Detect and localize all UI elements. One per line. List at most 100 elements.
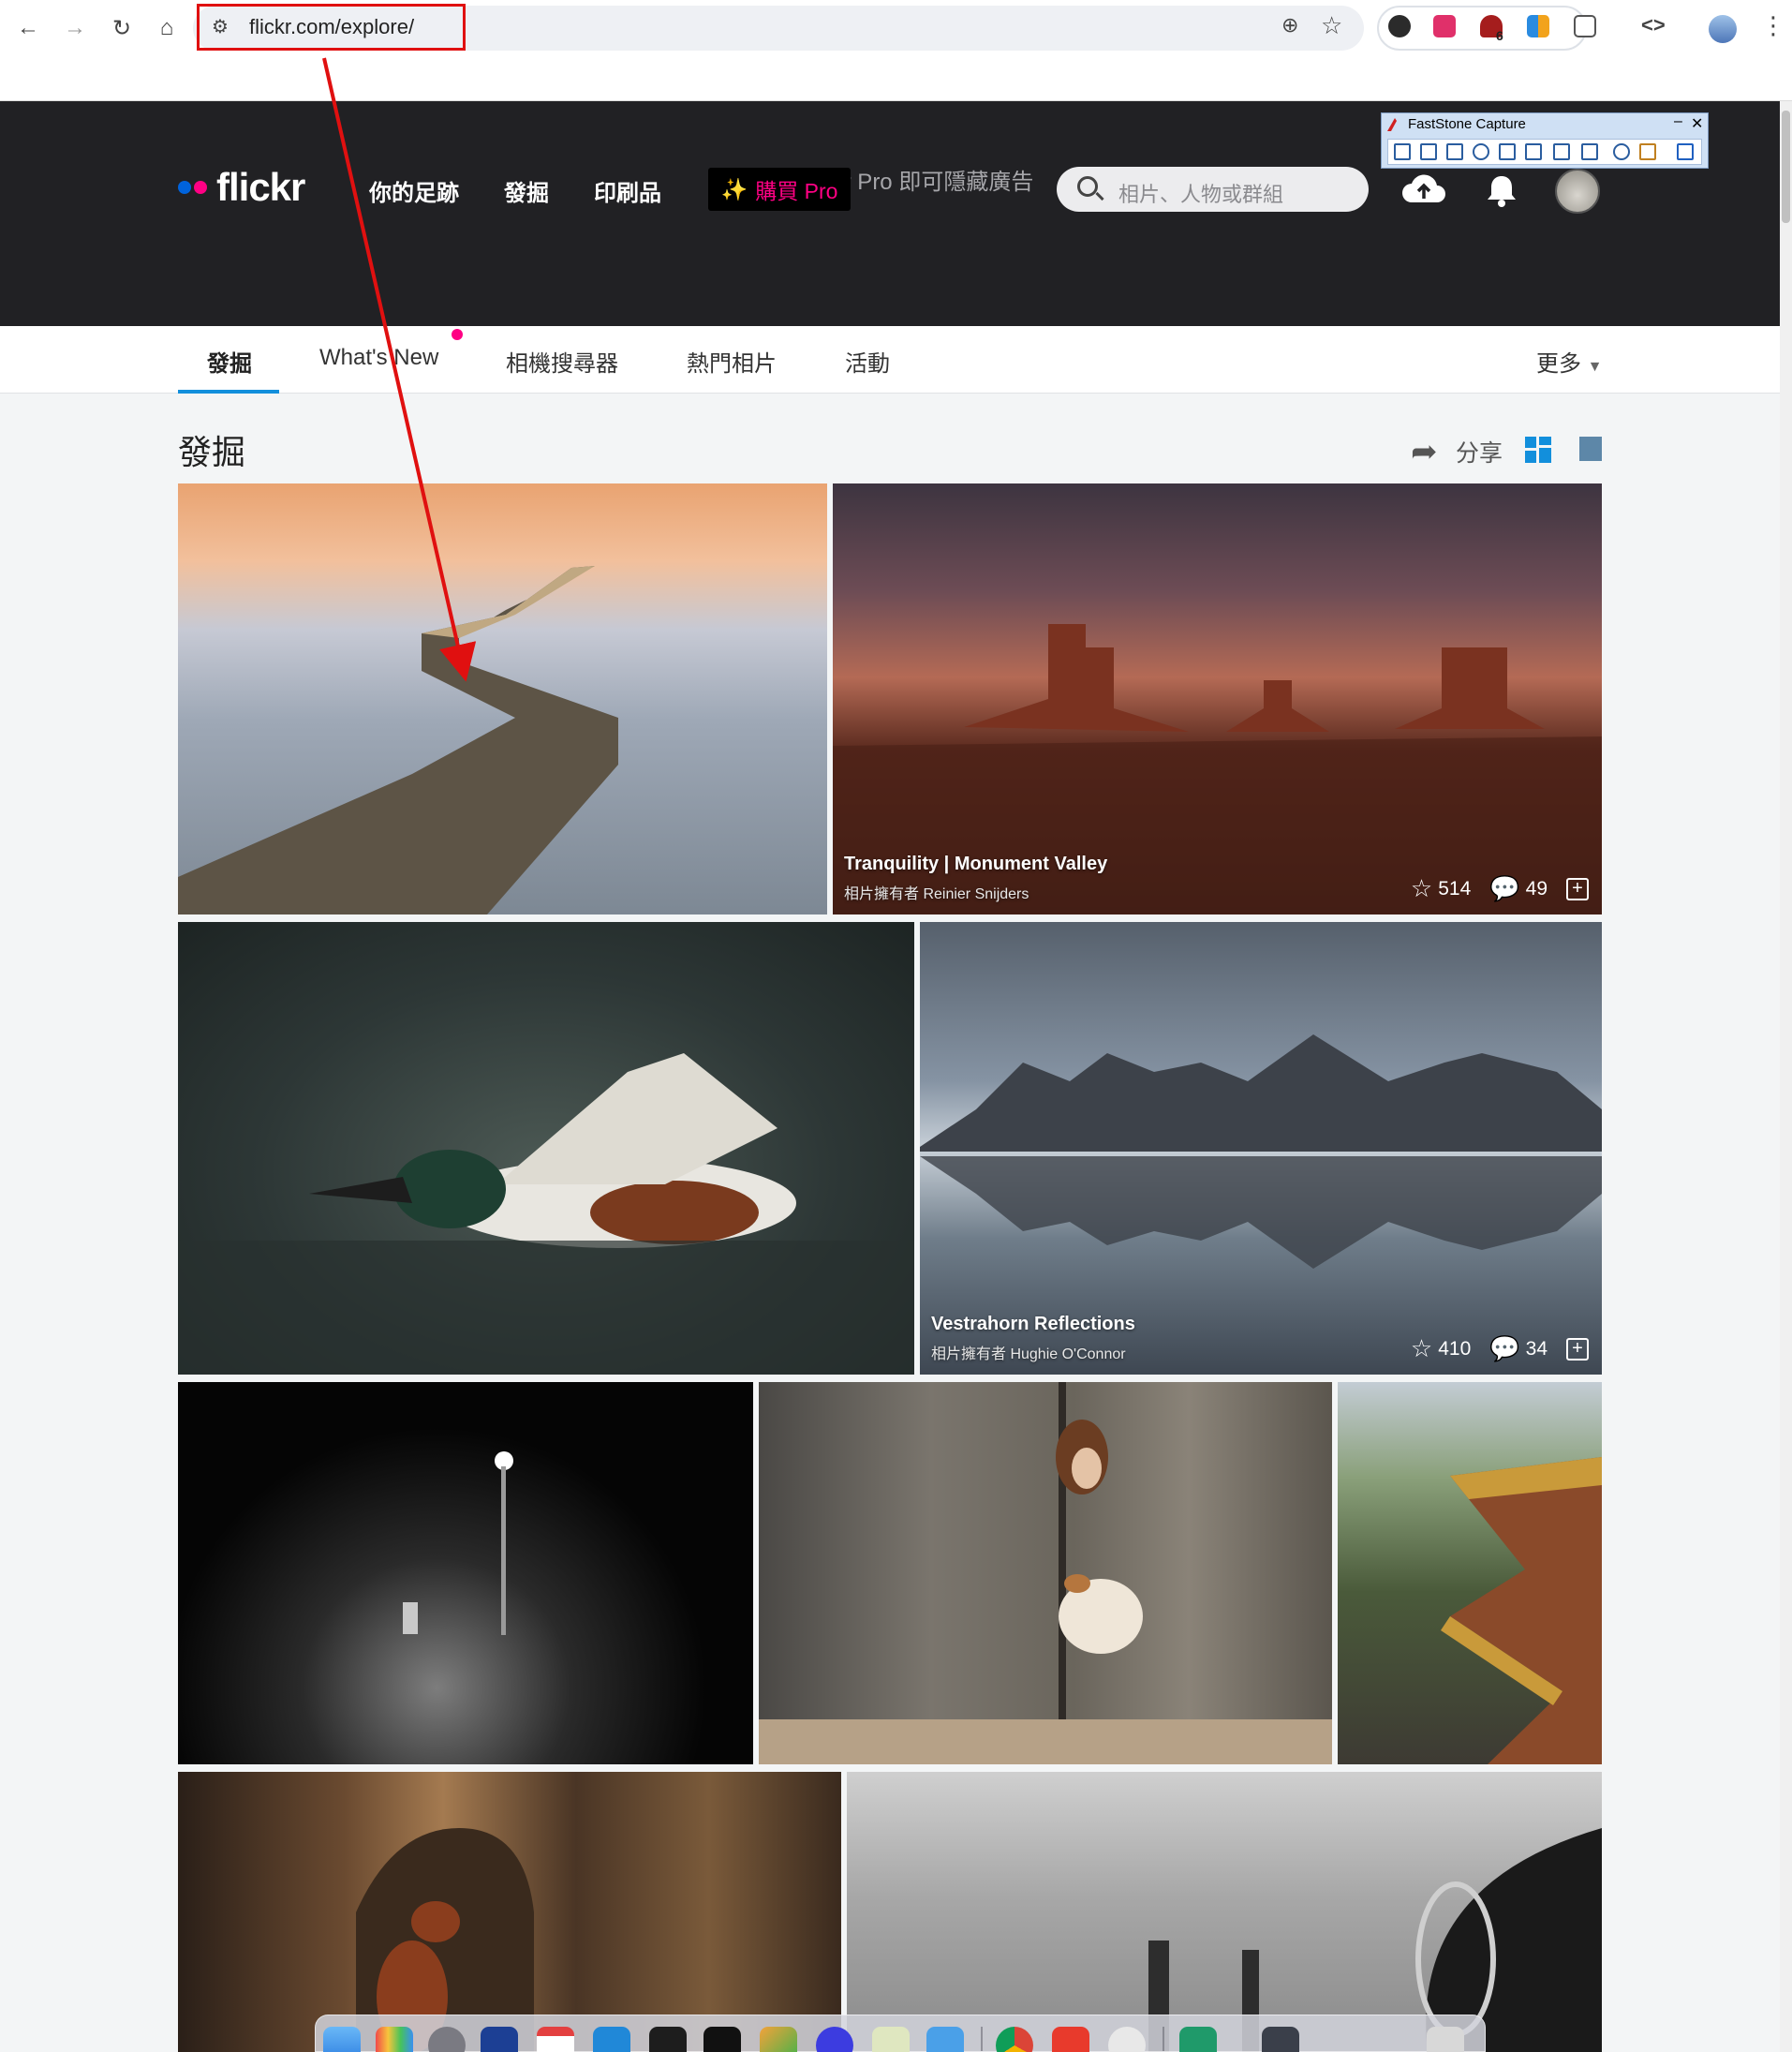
terminal-icon[interactable] xyxy=(649,2027,687,2052)
capture-scroll-icon[interactable] xyxy=(1525,143,1542,160)
finder-icon[interactable] xyxy=(323,2027,361,2052)
photo-pier-sunset[interactable] xyxy=(178,483,827,914)
app-red-icon[interactable] xyxy=(1052,2027,1089,2052)
capture-output-icon[interactable] xyxy=(1639,143,1656,160)
dock-separator xyxy=(1163,2027,1164,2051)
close-icon[interactable]: ✕ xyxy=(1691,114,1703,133)
photo-owner[interactable]: 相片擁有者 Reinier Snijders xyxy=(844,881,1107,903)
photo-dog-doorway[interactable] xyxy=(178,1772,841,2052)
app-list-icon[interactable] xyxy=(926,2027,964,2052)
user-avatar[interactable] xyxy=(1555,169,1600,214)
browser-menu-icon[interactable]: ⋮ xyxy=(1761,11,1785,40)
folder-icon[interactable] xyxy=(1179,2027,1217,2052)
mountain-shape xyxy=(920,1034,1602,1269)
reload-icon[interactable]: ↻ xyxy=(105,11,139,45)
extension-translate-icon[interactable] xyxy=(1433,15,1456,37)
add-to-gallery-icon[interactable]: + xyxy=(1566,877,1589,900)
photo-owner[interactable]: 相片擁有者 Hughie O'Connor xyxy=(931,1341,1135,1363)
trash-icon[interactable] xyxy=(1427,2027,1464,2052)
capture-freehand-icon[interactable] xyxy=(1473,143,1489,160)
forward-icon[interactable]: → xyxy=(58,11,92,45)
photo-duck[interactable] xyxy=(178,922,914,1375)
logo-pink-dot xyxy=(194,181,207,194)
photo-monument-valley[interactable]: Tranquility | Monument Valley 相片擁有者 Rein… xyxy=(833,483,1602,914)
new-indicator-dot xyxy=(452,329,463,340)
bookmark-star-icon[interactable]: ☆ xyxy=(1321,11,1342,40)
logo-text: flickr xyxy=(216,165,305,209)
photo-title[interactable]: Vestrahorn Reflections xyxy=(931,1314,1135,1335)
capture-video-icon[interactable] xyxy=(1581,143,1598,160)
capture-fixed-icon[interactable] xyxy=(1553,143,1570,160)
app-grey-icon[interactable] xyxy=(1108,2027,1146,2052)
tab-explore[interactable]: 發掘 xyxy=(207,345,252,378)
fave-star-icon[interactable]: ☆ xyxy=(1411,874,1432,903)
more-menu[interactable]: 更多 ▼ xyxy=(1536,345,1603,378)
photo-girl-dog-door[interactable] xyxy=(759,1382,1332,1764)
app-circle-icon[interactable] xyxy=(816,2027,853,2052)
vscode-icon[interactable] xyxy=(593,2027,630,2052)
more-label: 更多 xyxy=(1536,351,1581,377)
back-icon[interactable]: ← xyxy=(11,11,45,45)
tab-whats-new[interactable]: What's New xyxy=(319,345,438,371)
photo-vestrahorn[interactable]: Vestrahorn Reflections 相片擁有者 Hughie O'Co… xyxy=(920,922,1602,1375)
photo-night-lamp[interactable] xyxy=(178,1382,753,1764)
chevron-down-icon: ▼ xyxy=(1587,359,1603,375)
add-to-gallery-icon[interactable]: + xyxy=(1566,1337,1589,1361)
zoom-icon[interactable]: ⊕ xyxy=(1281,13,1298,37)
share-icon[interactable]: ➦ xyxy=(1411,433,1438,470)
photo-temple-roof[interactable] xyxy=(1338,1382,1602,1764)
comment-count: 34 xyxy=(1525,1337,1548,1360)
page-title: 發掘 xyxy=(178,433,246,471)
chrome-icon[interactable] xyxy=(996,2027,1033,2052)
comment-count: 49 xyxy=(1525,877,1548,900)
explore-subnav: 發掘 What's New 相機搜尋器 熱門相片 活動 更多 ▼ xyxy=(0,326,1780,394)
nav-you[interactable]: 你的足跡 xyxy=(369,174,459,207)
tab-events[interactable]: 活動 xyxy=(845,345,890,378)
search-placeholder: 相片、人物或群組 xyxy=(1118,183,1284,206)
upload-cloud-icon[interactable] xyxy=(1400,174,1447,204)
app-store-icon[interactable] xyxy=(481,2027,518,2052)
app-notes-icon[interactable] xyxy=(872,2027,910,2052)
home-icon[interactable]: ⌂ xyxy=(150,11,184,45)
nav-prints[interactable]: 印刷品 xyxy=(594,174,661,207)
share-button[interactable]: 分享 xyxy=(1456,435,1503,468)
photo-title[interactable]: Tranquility | Monument Valley xyxy=(844,854,1107,875)
app-dark-icon[interactable] xyxy=(703,2027,741,2052)
faststone-logo-icon xyxy=(1387,118,1397,131)
capture-timer-icon[interactable] xyxy=(1613,143,1630,160)
tab-camera-finder[interactable]: 相機搜尋器 xyxy=(506,345,618,378)
capture-settings-icon[interactable] xyxy=(1677,143,1694,160)
system-settings-icon[interactable] xyxy=(428,2027,466,2052)
launchpad-icon[interactable] xyxy=(376,2027,413,2052)
app-colorful-icon[interactable] xyxy=(760,2027,797,2052)
comment-icon[interactable]: 💬 xyxy=(1489,874,1519,903)
fave-star-icon[interactable]: ☆ xyxy=(1411,1334,1432,1363)
extension-grid-icon[interactable] xyxy=(1527,15,1549,37)
buy-pro-button[interactable]: ✨ 購買 Pro xyxy=(708,168,851,211)
extension-spy-icon[interactable] xyxy=(1388,15,1411,37)
grid-view-icon[interactable] xyxy=(1525,437,1551,463)
nav-explore[interactable]: 發掘 xyxy=(504,174,549,207)
photo-caption: Vestrahorn Reflections 相片擁有者 Hughie O'Co… xyxy=(931,1314,1135,1363)
profile-avatar[interactable] xyxy=(1709,15,1737,43)
notifications-bell-icon[interactable] xyxy=(1484,172,1519,208)
window-icon[interactable] xyxy=(1262,2027,1299,2052)
flickr-logo[interactable]: flickr xyxy=(178,165,305,210)
faststone-buttons xyxy=(1387,139,1702,165)
minimize-icon[interactable]: – xyxy=(1674,113,1682,130)
capture-fullscreen-icon[interactable] xyxy=(1499,143,1516,160)
extensions-puzzle-icon[interactable] xyxy=(1574,15,1596,37)
calendar-icon[interactable] xyxy=(537,2027,574,2052)
single-view-icon[interactable] xyxy=(1579,437,1602,461)
photo-bw-architecture[interactable] xyxy=(847,1772,1602,2052)
devtools-icon[interactable]: <> xyxy=(1641,13,1666,37)
capture-rect-icon[interactable] xyxy=(1446,143,1463,160)
photo-stats: ☆ 514 💬 49 + xyxy=(1411,874,1589,903)
tab-trending[interactable]: 熱門相片 xyxy=(687,345,777,378)
capture-window-icon[interactable] xyxy=(1420,143,1437,160)
comment-icon[interactable]: 💬 xyxy=(1489,1334,1519,1363)
page-scrollbar[interactable] xyxy=(1780,101,1792,2052)
search-input[interactable]: 相片、人物或群組 xyxy=(1057,167,1369,212)
scrollbar-thumb[interactable] xyxy=(1782,111,1790,223)
capture-open-icon[interactable] xyxy=(1394,143,1411,160)
